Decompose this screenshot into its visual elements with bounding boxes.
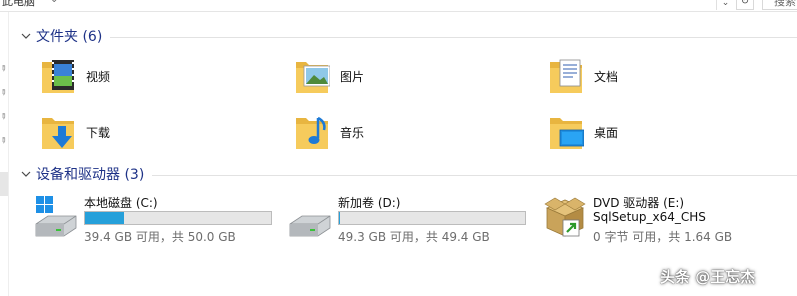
- pin-icon: ✎: [0, 110, 9, 123]
- address-history-dropdown-icon[interactable]: ⌄: [716, 0, 734, 10]
- section-title: 文件夹 (6): [36, 29, 103, 45]
- drive-name: DVD 驱动器 (E:): [593, 196, 685, 210]
- nav-selected-item[interactable]: [0, 172, 8, 196]
- pin-icon: ✎: [0, 62, 9, 75]
- pin-icon: ✎: [0, 86, 9, 99]
- folder-label: 视频: [86, 70, 111, 84]
- drive-free-space: 49.3 GB 可用，共 49.4 GB: [338, 230, 490, 244]
- search-placeholder: 搜索: [774, 0, 796, 8]
- folder-music[interactable]: 音乐: [294, 112, 474, 152]
- drive-free-space: 0 字节 可用，共 1.64 GB: [593, 230, 733, 244]
- desktop-folder-icon: [550, 118, 584, 149]
- folder-label: 下载: [86, 126, 111, 140]
- address-bar[interactable]: 此电脑 ⌄ ⌄ ↻ 搜索: [0, 0, 797, 12]
- folder-documents[interactable]: 文档: [548, 56, 728, 96]
- folder-label: 桌面: [594, 126, 619, 140]
- folders-section-header[interactable]: 文件夹 (6): [20, 27, 102, 45]
- hard-drive-icon: [289, 215, 331, 237]
- section-divider: [110, 37, 797, 38]
- refresh-icon[interactable]: ↻: [736, 0, 754, 10]
- drive-usage-bar: [84, 211, 272, 225]
- chevron-down-icon[interactable]: ⌄: [50, 0, 58, 5]
- drive-usage-bar: [338, 211, 526, 225]
- drive-volume-label: SqlSetup_x64_CHS: [593, 210, 706, 224]
- chevron-down-icon[interactable]: [20, 168, 32, 180]
- drive-c[interactable]: 本地磁盘 (C:) 39.4 GB 可用，共 50.0 GB: [34, 194, 284, 244]
- section-divider: [152, 175, 797, 176]
- watermark: 头条 @王忘杰: [660, 268, 756, 286]
- drive-free-space: 39.4 GB 可用，共 50.0 GB: [84, 230, 236, 244]
- folder-desktop[interactable]: 桌面: [548, 112, 728, 152]
- drive-e[interactable]: DVD 驱动器 (E:) SqlSetup_x64_CHS 0 字节 可用，共 …: [543, 194, 773, 244]
- navigation-pane[interactable]: ✎ ✎ ✎ ✎: [0, 12, 9, 296]
- address-path[interactable]: 此电脑: [2, 0, 35, 9]
- drive-name: 新加卷 (D:): [338, 196, 401, 210]
- drive-name: 本地磁盘 (C:): [84, 196, 158, 210]
- chevron-down-icon[interactable]: [20, 30, 32, 42]
- setup-package-icon: [544, 197, 586, 237]
- documents-folder-icon: [550, 59, 582, 93]
- downloads-folder-icon: [42, 118, 74, 149]
- folder-downloads[interactable]: 下载: [40, 112, 220, 152]
- pin-icon: ✎: [0, 134, 9, 147]
- drive-d[interactable]: 新加卷 (D:) 49.3 GB 可用，共 49.4 GB: [288, 194, 538, 244]
- folder-label: 图片: [340, 70, 365, 84]
- pictures-folder-icon: [296, 62, 330, 93]
- windows-drive-icon: [35, 196, 77, 237]
- section-title: 设备和驱动器 (3): [36, 167, 145, 183]
- videos-folder-icon: [42, 60, 74, 93]
- folder-videos[interactable]: 视频: [40, 56, 220, 96]
- folder-pictures[interactable]: 图片: [294, 56, 474, 96]
- folder-label: 音乐: [340, 126, 365, 140]
- folder-label: 文档: [594, 70, 619, 84]
- music-folder-icon: [296, 116, 328, 149]
- drive-usage-fill: [85, 212, 125, 224]
- devices-section-header[interactable]: 设备和驱动器 (3): [20, 165, 144, 183]
